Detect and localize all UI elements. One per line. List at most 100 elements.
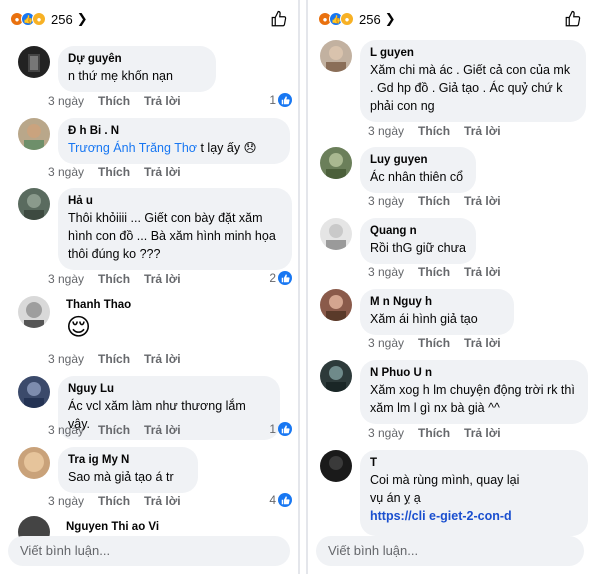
like-count-value: 1 (269, 422, 276, 436)
comment-time[interactable]: 3 ngày (48, 94, 84, 108)
comment-text: Xăm xog h lm chuyện động trời rk thì xăm… (370, 383, 575, 415)
reaction-count[interactable]: 256 (359, 12, 381, 27)
reply-button[interactable]: Trả lời (144, 423, 181, 437)
comment-actions: 3 ngày Thích Trả lời (368, 194, 501, 208)
avatar[interactable] (320, 289, 352, 321)
comment-input[interactable]: Viết bình luận... (8, 536, 290, 566)
reactions-bar[interactable]: ● 👍 ● 256 ❯ (10, 8, 288, 30)
comment-text: Thôi khỏiiii ... Giết con bày đặt xăm hì… (68, 211, 276, 261)
like-badge-icon (278, 422, 292, 436)
commenter-name[interactable]: Nguyen Thi ao Vi (66, 520, 159, 535)
like-button[interactable]: Thích (98, 423, 130, 437)
comment-time[interactable]: 3 ngày (48, 494, 84, 508)
commenter-name[interactable]: M n Nguy h (370, 295, 504, 310)
avatar[interactable] (320, 40, 352, 72)
comment-time[interactable]: 3 ngày (48, 165, 84, 179)
comment-time[interactable]: 3 ngày (368, 336, 404, 350)
like-badge-icon (278, 271, 292, 285)
commenter-name[interactable]: Hả u (68, 194, 282, 209)
thumbs-up-icon[interactable] (270, 10, 288, 28)
like-count-value: 4 (269, 493, 276, 507)
comment-actions: 3 ngày Thích Trả lời (368, 336, 501, 350)
avatar[interactable] (18, 447, 50, 479)
comment-time[interactable]: 3 ngày (48, 423, 84, 437)
comment-actions: 3 ngày Thích Trả lời (368, 265, 501, 279)
comment-like-count[interactable]: 1 (269, 93, 292, 107)
comment-text: Coi mà rùng mình, quay lại (370, 473, 520, 487)
comment-time[interactable]: 3 ngày (368, 426, 404, 440)
like-button[interactable]: Thích (98, 272, 130, 286)
comment-time[interactable]: 3 ngày (368, 124, 404, 138)
reply-button[interactable]: Trả lời (144, 352, 181, 366)
reaction-icons[interactable]: ● 👍 ● (10, 12, 46, 26)
avatar[interactable] (320, 360, 352, 392)
commenter-name[interactable]: T (370, 456, 578, 471)
reply-button[interactable]: Trả lời (144, 94, 181, 108)
reply-button[interactable]: Trả lời (464, 336, 501, 350)
reply-button[interactable]: Trả lời (464, 124, 501, 138)
commenter-name[interactable]: Đ h Bi . N (68, 124, 280, 139)
reactions-bar[interactable]: ● 👍 ● 256 ❯ (318, 8, 582, 30)
like-button[interactable]: Thích (418, 194, 450, 208)
like-button[interactable]: Thích (418, 124, 450, 138)
like-badge-icon (278, 493, 292, 507)
like-button[interactable]: Thích (98, 494, 130, 508)
reply-button[interactable]: Trả lời (464, 426, 501, 440)
commenter-name[interactable]: Thanh Thao (66, 298, 131, 313)
comment-time[interactable]: 3 ngày (48, 272, 84, 286)
comment-like-count[interactable]: 2 (269, 271, 292, 285)
commenter-name[interactable]: Luy guyen (370, 153, 466, 168)
comment-like-count[interactable]: 1 (269, 422, 292, 436)
like-button[interactable]: Thích (98, 352, 130, 366)
thumbs-up-icon[interactable] (564, 10, 582, 28)
comment-time[interactable]: 3 ngày (48, 352, 84, 366)
comment-actions: 3 ngày Thích Trả lời (48, 352, 181, 366)
comment-input[interactable]: Viết bình luận... (316, 536, 584, 566)
commenter-name[interactable]: L guyen (370, 46, 576, 61)
comment-time[interactable]: 3 ngày (368, 265, 404, 279)
comment-bubble: Dự guyên n thứ mẹ khốn nạn (58, 46, 216, 92)
like-count-value: 2 (269, 271, 276, 285)
reaction-icons[interactable]: ● 👍 ● (318, 12, 354, 26)
avatar[interactable] (18, 118, 50, 150)
avatar[interactable] (320, 218, 352, 250)
comment-link[interactable]: https://cli e-giet-2-con-d (370, 507, 578, 525)
comment-body: Nguyen Thi ao Vi (66, 520, 159, 535)
commenter-name[interactable]: N Phuo U n (370, 366, 578, 381)
comment-time[interactable]: 3 ngày (368, 194, 404, 208)
avatar[interactable] (320, 147, 352, 179)
avatar[interactable] (18, 46, 50, 78)
reply-button[interactable]: Trả lời (464, 265, 501, 279)
avatar[interactable] (320, 450, 352, 482)
comment-text: Rồi thG giữ chưa (370, 241, 466, 255)
comment-bubble: L guyen Xăm chi mà ác . Giết cả con của … (360, 40, 586, 122)
mention-link[interactable]: Trương Ánh Trăng Thơ (68, 141, 197, 155)
reply-button[interactable]: Trả lời (464, 194, 501, 208)
like-button[interactable]: Thích (418, 336, 450, 350)
like-button[interactable]: Thích (418, 265, 450, 279)
reaction-count[interactable]: 256 (51, 12, 73, 27)
chevron-right-icon[interactable]: ❯ (385, 11, 396, 27)
commenter-name[interactable]: Nguy Lu (68, 382, 270, 397)
reply-button[interactable]: Trả lời (144, 494, 181, 508)
avatar[interactable] (18, 296, 50, 328)
comment-bubble: Luy guyen Ác nhân thiên cổ (360, 147, 476, 193)
commenter-name[interactable]: Tra ig My N (68, 453, 188, 468)
like-button[interactable]: Thích (98, 165, 130, 179)
comment-text: Sao mà giả tạo á tr (68, 470, 174, 484)
like-button[interactable]: Thích (98, 94, 130, 108)
avatar[interactable] (18, 376, 50, 408)
like-button[interactable]: Thích (418, 426, 450, 440)
comment-actions: 3 ngày Thích Trả lời (48, 94, 181, 108)
commenter-name[interactable]: Dự guyên (68, 52, 206, 67)
reply-button[interactable]: Trả lời (144, 165, 181, 179)
commenter-name[interactable]: Quang n (370, 224, 466, 239)
chevron-right-icon[interactable]: ❯ (77, 11, 88, 27)
comment-text: Trương Ánh Trăng Thơ t lạy ấy 😞 (68, 139, 280, 157)
avatar[interactable] (18, 188, 50, 220)
comment-bubble: Tra ig My N Sao mà giả tạo á tr (58, 447, 198, 493)
comment-body: Thanh Thao 😌 (66, 298, 131, 343)
reply-button[interactable]: Trả lời (144, 272, 181, 286)
comment-like-count[interactable]: 4 (269, 493, 292, 507)
like-badge-icon (278, 93, 292, 107)
